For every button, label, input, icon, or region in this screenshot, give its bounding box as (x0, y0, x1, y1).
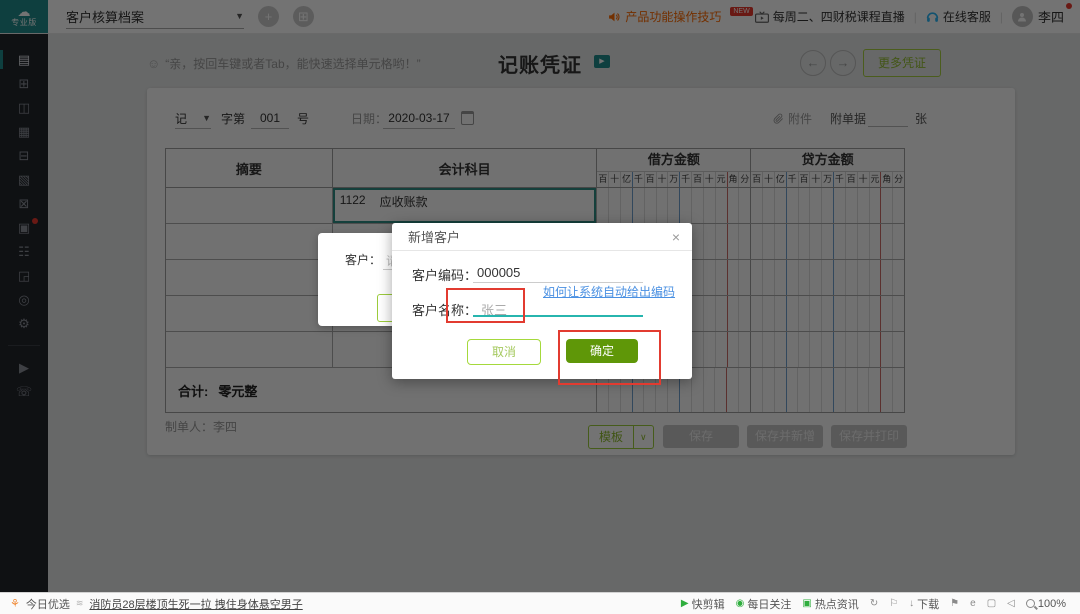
app-screen: ☁ 专业版 客户核算档案 ▼ + ⊞ 产品功能操作技巧 NEW 每周二、四财税课… (0, 0, 1080, 614)
taskbar-item-window[interactable]: ▢ (987, 598, 996, 609)
cancel-button[interactable]: 取消 (467, 339, 541, 365)
zoom-level-label: 100% (1038, 598, 1066, 610)
history-icon: ↻ (870, 598, 878, 609)
window-icon: ▢ (987, 598, 996, 609)
close-icon[interactable]: × (672, 229, 680, 245)
taskbar-right: ▶快剪辑 ◉每日关注 ▣ 热点资讯 ↻ ⚐ ↓下载 ⚑ e ▢ ◁ 100% (681, 596, 1080, 612)
taskbar-item-hot-news[interactable]: ▣ 热点资讯 (802, 596, 858, 612)
daily-picks-link[interactable]: 今日优选 (26, 596, 70, 612)
pin-icon: ⚐ (889, 598, 898, 609)
modal-header: 新增客户 × (392, 223, 692, 251)
daily-follow-label: 每日关注 (747, 596, 791, 612)
taskbar-item-flag[interactable]: ⚑ (950, 598, 959, 609)
taskbar-item-daily-follow[interactable]: ◉每日关注 (736, 596, 792, 612)
news-headline-link[interactable]: 消防员28层楼顶生死一拉 拽住身体悬空男子 (89, 596, 302, 612)
taskbar-item-pin[interactable]: ⚐ (889, 598, 898, 609)
browser-e-icon: e (970, 598, 976, 609)
flag-icon: ⚑ (950, 598, 959, 609)
hot-news-label: 热点资讯 (815, 596, 859, 612)
quick-clip-label: 快剪辑 (692, 596, 725, 612)
customer-code-label: 客户编码： (412, 265, 477, 284)
download-icon: ↓ (909, 598, 914, 609)
daily-follow-icon: ◉ (736, 598, 745, 609)
magnifier-icon (1026, 599, 1035, 608)
taskbar-item-zoom-level[interactable]: 100% (1026, 598, 1066, 610)
customer-code-input[interactable]: 000005 (477, 265, 520, 280)
double-chevron-icon: ≋ (76, 598, 84, 609)
customer-label: 客户： (345, 251, 381, 268)
taskbar-item-history[interactable]: ↻ (870, 598, 878, 609)
gift-icon: ⚘ (10, 597, 20, 610)
taskbar-left: ⚘ 今日优选 ≋ 消防员28层楼顶生死一拉 拽住身体悬空男子 (0, 596, 303, 612)
volume-icon: ◁ (1007, 598, 1015, 609)
annotation-box-confirm (558, 330, 661, 385)
auto-code-link[interactable]: 如何让系统自动给出编码 (543, 283, 675, 300)
taskbar-item-download[interactable]: ↓下载 (909, 596, 939, 612)
taskbar-item-quick-clip[interactable]: ▶快剪辑 (681, 596, 725, 612)
download-label: 下载 (917, 596, 939, 612)
taskbar-item-volume[interactable]: ◁ (1007, 598, 1015, 609)
modal-title: 新增客户 (408, 227, 460, 246)
taskbar-item-browser-e[interactable]: e (970, 598, 976, 609)
browser-taskbar: ⚘ 今日优选 ≋ 消防员28层楼顶生死一拉 拽住身体悬空男子 ▶快剪辑 ◉每日关注… (0, 592, 1080, 614)
hot-news-icon: ▣ (802, 598, 811, 609)
annotation-box-name-field (446, 288, 525, 323)
quick-clip-icon: ▶ (681, 598, 689, 609)
